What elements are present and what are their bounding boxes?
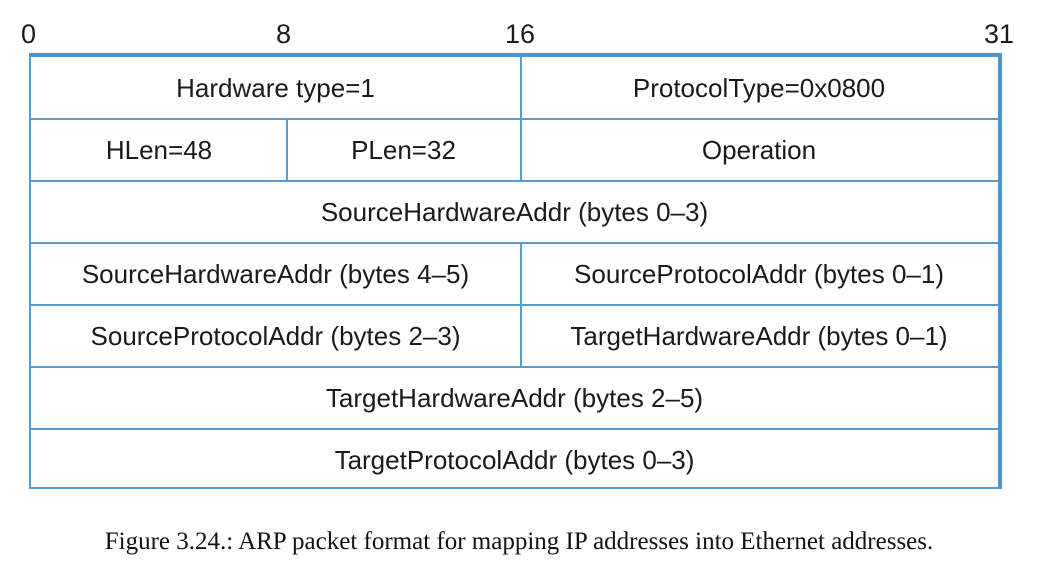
row-divider — [31, 366, 998, 368]
bit-label-8: 8 — [276, 19, 292, 49]
row-lengths-operation: HLen=48 PLen=32 Operation — [31, 119, 998, 181]
figure-caption: Figure 3.24.: ARP packet format for mapp… — [104, 528, 934, 555]
row-hardware-protocol-type: Hardware type=1 ProtocolType=0x0800 — [31, 57, 998, 119]
field-source-protocol-addr-2-3: SourceProtocolAddr (bytes 2–3) — [90, 320, 461, 351]
field-protocol-type: ProtocolType=0x0800 — [632, 72, 886, 103]
row-divider — [31, 304, 998, 306]
field-hardware-type: Hardware type=1 — [176, 72, 375, 103]
column-divider-bit-16 — [520, 57, 522, 181]
field-target-hardware-addr-0-1: TargetHardwareAddr (bytes 0–1) — [570, 320, 948, 351]
row-target-hardware-addr-2-5: TargetHardwareAddr (bytes 2–5) — [31, 367, 998, 429]
bit-label-16: 16 — [505, 19, 536, 49]
bit-label-31: 31 — [984, 19, 1015, 49]
row-source-hardware-addr-0-3: SourceHardwareAddr (bytes 0–3) — [31, 181, 998, 243]
row-source-hw-4-5-source-proto-0-1: SourceHardwareAddr (bytes 4–5) SourcePro… — [31, 243, 998, 305]
field-source-hardware-addr-4-5: SourceHardwareAddr (bytes 4–5) — [81, 258, 470, 289]
field-hlen: HLen=48 — [105, 134, 213, 165]
row-divider — [31, 180, 998, 182]
field-source-protocol-addr-0-1: SourceProtocolAddr (bytes 0–1) — [574, 258, 944, 289]
row-target-protocol-addr-0-3: TargetProtocolAddr (bytes 0–3) — [31, 429, 998, 491]
field-target-protocol-addr-0-3: TargetProtocolAddr (bytes 0–3) — [334, 444, 695, 475]
field-plen: PLen=32 — [351, 134, 456, 165]
arp-packet-format-table: Hardware type=1 ProtocolType=0x0800 HLen… — [29, 53, 1002, 489]
row-divider — [31, 428, 998, 430]
row-divider — [31, 242, 998, 244]
row-source-proto-2-3-target-hw-0-1: SourceProtocolAddr (bytes 2–3) TargetHar… — [31, 305, 998, 367]
field-source-hardware-addr-0-3: SourceHardwareAddr (bytes 0–3) — [320, 196, 709, 227]
column-divider-bit-8 — [286, 119, 288, 181]
field-operation: Operation — [701, 134, 817, 165]
field-target-hardware-addr-2-5: TargetHardwareAddr (bytes 2–5) — [325, 382, 704, 413]
bit-label-0: 0 — [21, 19, 37, 49]
row-divider — [31, 118, 998, 120]
column-divider-bit-16 — [520, 243, 522, 367]
